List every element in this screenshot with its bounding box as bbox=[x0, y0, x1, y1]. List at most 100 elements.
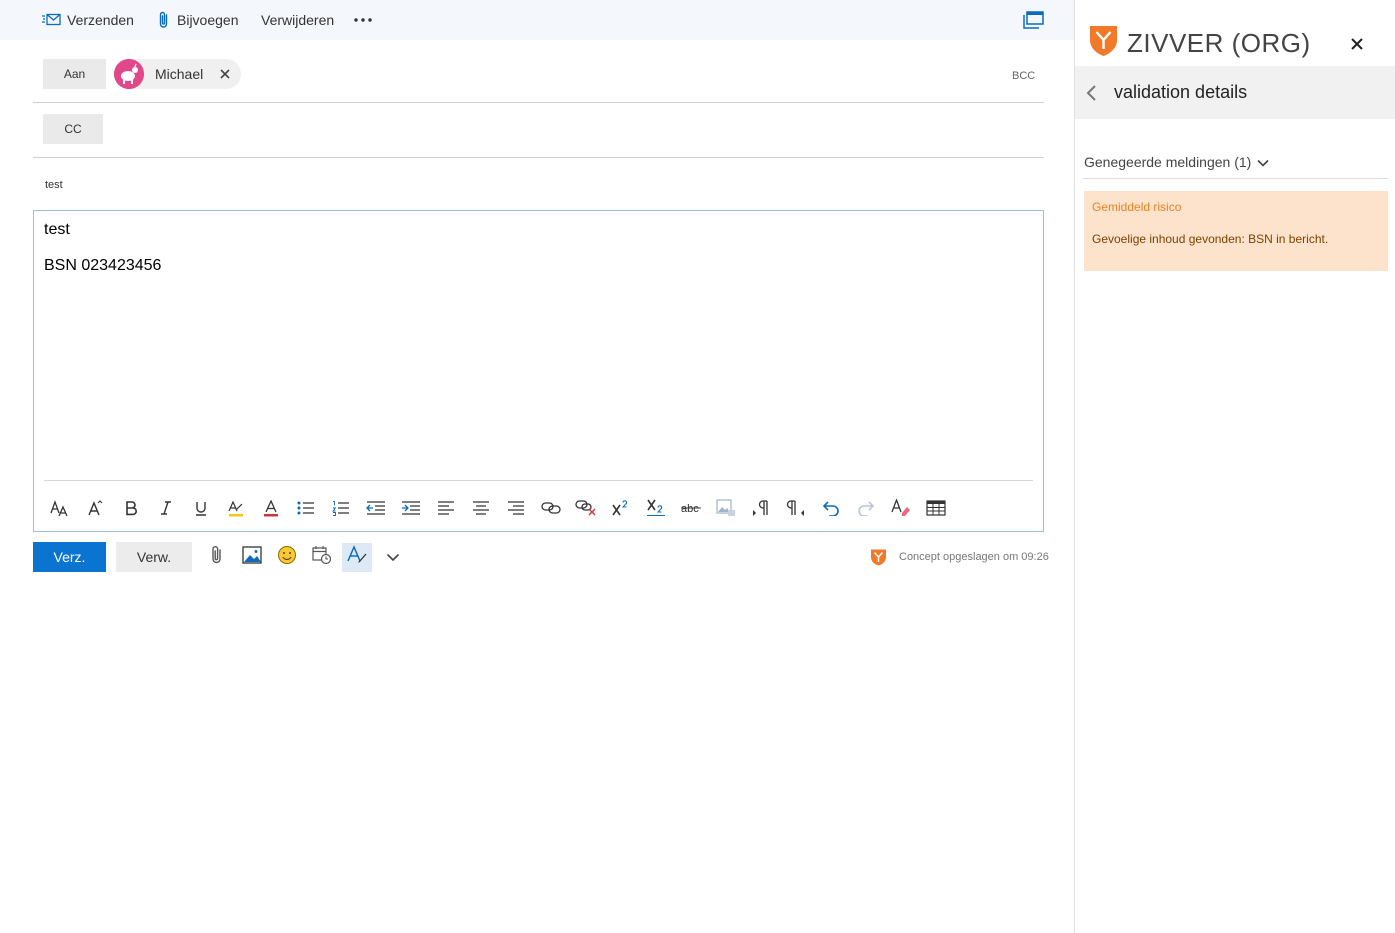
decrease-indent-icon bbox=[366, 500, 386, 516]
undo-icon bbox=[822, 500, 840, 516]
grow-font-button[interactable] bbox=[82, 495, 108, 521]
numbering-icon bbox=[332, 500, 350, 516]
align-left-button[interactable] bbox=[433, 495, 459, 521]
zivver-logo-icon bbox=[1089, 24, 1118, 57]
italic-button[interactable] bbox=[153, 495, 179, 521]
addin-title: ZIVVER (ORG) bbox=[1127, 28, 1311, 58]
strikethrough-button[interactable]: abc bbox=[678, 495, 704, 521]
bullets-icon bbox=[297, 500, 315, 516]
insert-table-button[interactable] bbox=[923, 495, 949, 521]
discard-command[interactable]: Verwijderen bbox=[261, 0, 334, 40]
insert-link-button[interactable] bbox=[538, 495, 564, 521]
more-compose-options-button[interactable] bbox=[378, 543, 408, 572]
align-center-icon bbox=[472, 501, 490, 515]
more-icon bbox=[354, 18, 372, 22]
back-chevron-icon[interactable] bbox=[1085, 84, 1097, 102]
attach-file-button[interactable] bbox=[202, 543, 232, 572]
rtl-button[interactable] bbox=[783, 495, 809, 521]
cc-button[interactable]: CC bbox=[43, 114, 103, 144]
ignored-notifications-label: Genegeerde meldingen (1) bbox=[1084, 154, 1252, 170]
chevron-down-icon bbox=[1251, 154, 1269, 170]
emoji-icon bbox=[277, 545, 297, 570]
insert-image-button[interactable] bbox=[713, 495, 739, 521]
app-window: Verzenden Bijvoegen Verwijderen Aan Mich… bbox=[0, 0, 1395, 933]
subject-input[interactable]: test bbox=[45, 179, 63, 191]
panel-subheader: validation details bbox=[1075, 66, 1395, 119]
compose-pane: Verzenden Bijvoegen Verwijderen Aan Mich… bbox=[0, 0, 1074, 933]
strikethrough-icon: abc bbox=[680, 501, 702, 515]
zivver-addin-panel: ZIVVER (ORG) validation details Genegeer… bbox=[1074, 0, 1395, 933]
increase-indent-button[interactable] bbox=[398, 495, 424, 521]
remove-recipient-icon[interactable] bbox=[218, 67, 232, 81]
command-bar: Verzenden Bijvoegen Verwijderen bbox=[0, 0, 1074, 40]
redo-button[interactable] bbox=[853, 495, 879, 521]
clear-formatting-button[interactable] bbox=[888, 495, 914, 521]
recipient-chip[interactable]: Michael bbox=[114, 59, 241, 89]
svg-text:abc: abc bbox=[681, 503, 699, 515]
recipient-name: Michael bbox=[155, 66, 204, 82]
zivver-shield-icon bbox=[870, 548, 887, 566]
subscript-button[interactable] bbox=[643, 495, 669, 521]
discard-button-label: Verw. bbox=[136, 549, 172, 565]
undo-button[interactable] bbox=[818, 495, 844, 521]
highlight-icon bbox=[227, 500, 245, 517]
redo-icon bbox=[857, 500, 875, 516]
discard-button[interactable]: Verw. bbox=[116, 542, 192, 572]
discard-command-label: Verwijderen bbox=[261, 12, 335, 28]
chevron-down-icon bbox=[386, 549, 400, 567]
highlight-button[interactable] bbox=[223, 495, 249, 521]
message-body-editor[interactable]: test BSN 023423456 abc bbox=[33, 210, 1044, 532]
to-button[interactable]: Aan bbox=[43, 59, 106, 89]
font-size-icon bbox=[50, 499, 70, 517]
format-options-button[interactable] bbox=[342, 543, 372, 572]
divider bbox=[1083, 178, 1388, 179]
bcc-link[interactable]: BCC bbox=[1012, 70, 1035, 82]
send-button[interactable]: Verz. bbox=[33, 542, 106, 572]
italic-icon bbox=[160, 500, 172, 516]
numbering-button[interactable] bbox=[328, 495, 354, 521]
subscript-icon bbox=[646, 499, 666, 517]
attach-command-label: Bijvoegen bbox=[177, 12, 239, 28]
cc-button-label: CC bbox=[64, 122, 82, 136]
bold-button[interactable] bbox=[118, 495, 144, 521]
insert-image-icon bbox=[716, 499, 736, 517]
insert-picture-button[interactable] bbox=[237, 543, 267, 572]
align-right-button[interactable] bbox=[503, 495, 529, 521]
increase-indent-icon bbox=[401, 500, 421, 516]
align-center-button[interactable] bbox=[468, 495, 494, 521]
body-text-line: test bbox=[44, 221, 70, 238]
emoji-button[interactable] bbox=[272, 543, 302, 572]
send-command[interactable]: Verzenden bbox=[42, 0, 134, 40]
bullets-button[interactable] bbox=[293, 495, 319, 521]
underline-icon bbox=[194, 500, 208, 517]
popout-button[interactable] bbox=[1023, 0, 1045, 40]
remove-link-icon bbox=[575, 500, 597, 516]
paperclip-icon bbox=[158, 11, 170, 29]
underline-button[interactable] bbox=[188, 495, 214, 521]
align-right-icon bbox=[507, 501, 525, 515]
grow-font-icon bbox=[87, 500, 103, 516]
ltr-button[interactable] bbox=[748, 495, 774, 521]
risk-warning-card: Gemiddeld risico Gevoelige inhoud gevond… bbox=[1084, 191, 1388, 271]
popout-icon bbox=[1023, 11, 1044, 29]
superscript-button[interactable] bbox=[608, 495, 634, 521]
format-toolbar: abc bbox=[34, 495, 1043, 521]
font-color-button[interactable] bbox=[258, 495, 284, 521]
panel-subheader-title: validation details bbox=[1114, 82, 1248, 102]
schedule-button[interactable] bbox=[307, 543, 337, 572]
remove-link-button[interactable] bbox=[573, 495, 599, 521]
decrease-indent-button[interactable] bbox=[363, 495, 389, 521]
more-options-button[interactable] bbox=[354, 0, 374, 40]
superscript-icon bbox=[611, 500, 631, 516]
risk-level-title: Gemiddeld risico bbox=[1092, 200, 1182, 214]
ltr-icon bbox=[751, 499, 771, 517]
ignored-notifications-toggle[interactable]: Genegeerde meldingen (1) bbox=[1084, 154, 1269, 170]
body-text-line: BSN 023423456 bbox=[44, 257, 162, 274]
font-size-button[interactable] bbox=[47, 495, 73, 521]
format-text-icon bbox=[346, 545, 368, 570]
close-icon[interactable] bbox=[1350, 37, 1364, 51]
attach-command[interactable]: Bijvoegen bbox=[158, 0, 239, 40]
risk-message: Gevoelige inhoud gevonden: BSN in berich… bbox=[1092, 232, 1329, 246]
send-button-label: Verz. bbox=[53, 549, 86, 565]
divider bbox=[44, 480, 1033, 481]
